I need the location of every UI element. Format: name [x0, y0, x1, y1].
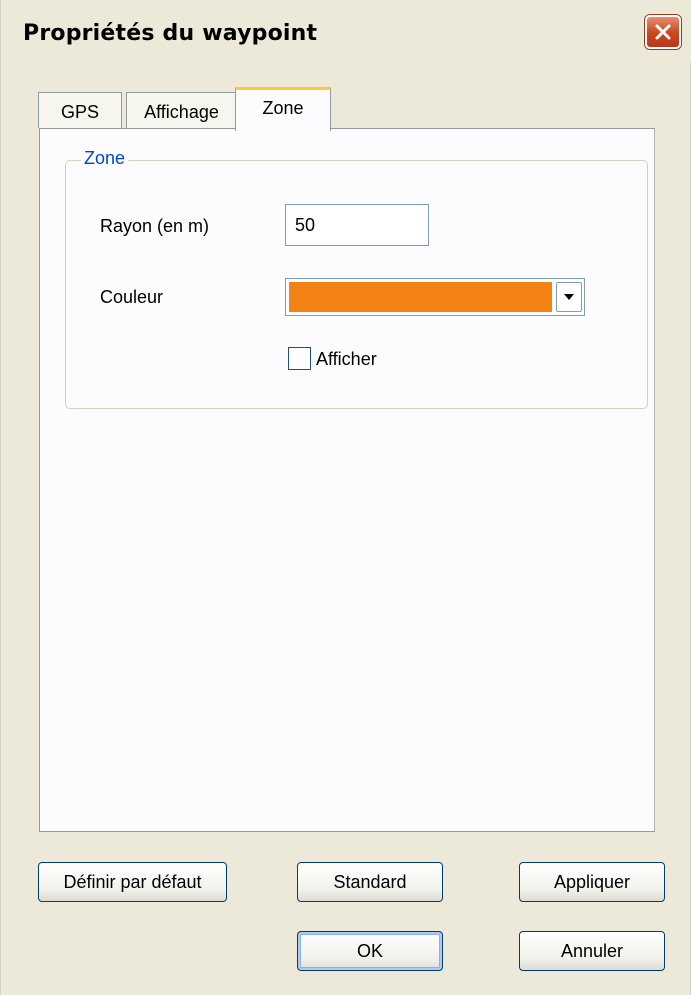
set-default-button[interactable]: Définir par défaut [38, 862, 227, 902]
dialog-window: Propriétés du waypoint GPS Affichage Zon… [0, 0, 691, 995]
close-icon [655, 24, 671, 40]
color-label: Couleur [100, 287, 164, 307]
show-checkbox-label[interactable]: Afficher [316, 349, 377, 370]
show-checkbox[interactable] [288, 347, 311, 370]
color-swatch [289, 282, 552, 312]
color-select[interactable] [285, 278, 585, 316]
tab-gps[interactable]: GPS [38, 92, 122, 128]
radius-input[interactable]: 50 [285, 204, 429, 246]
window-title: Propriétés du waypoint [23, 21, 318, 46]
apply-button[interactable]: Appliquer [519, 862, 665, 902]
close-button[interactable] [645, 15, 681, 49]
tab-affichage[interactable]: Affichage [126, 92, 237, 128]
radius-label: Rayon (en m) [100, 216, 210, 236]
dropdown-button[interactable] [556, 282, 582, 312]
cancel-button[interactable]: Annuler [519, 931, 665, 971]
standard-button[interactable]: Standard [297, 862, 443, 902]
tab-zone[interactable]: Zone [235, 87, 331, 133]
chevron-down-icon [564, 294, 574, 300]
title-bar[interactable]: Propriétés du waypoint [1, 0, 691, 62]
zone-groupbox-legend: Zone [81, 148, 129, 169]
ok-button[interactable]: OK [297, 931, 443, 971]
